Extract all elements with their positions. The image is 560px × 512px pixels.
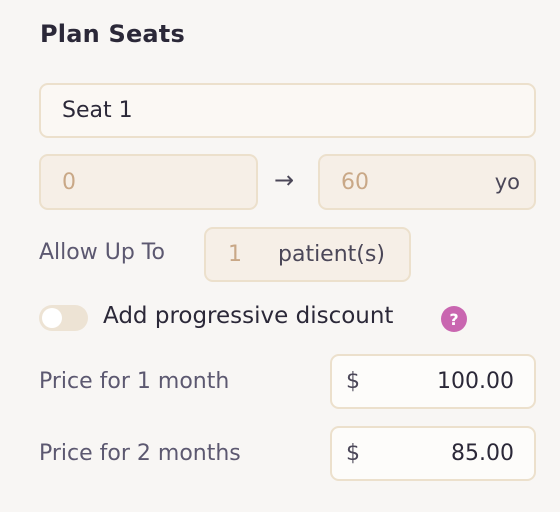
capacity-label: Allow Up To <box>39 240 165 265</box>
section-title: Plan Seats <box>40 20 185 48</box>
arrow-right-icon: → <box>274 166 295 194</box>
age-unit: yo <box>494 170 520 194</box>
help-icon[interactable]: ? <box>441 306 467 332</box>
seat-name-input[interactable]: Seat 1 <box>39 83 536 138</box>
age-to-input[interactable]: 60 yo <box>318 154 536 210</box>
toggle-knob <box>42 308 62 328</box>
plan-seats-panel: Plan Seats Seat 1 0 → 60 yo Allow Up To … <box>0 0 560 512</box>
price-1-input[interactable]: $ 100.00 <box>330 354 536 409</box>
age-from-input[interactable]: 0 <box>39 154 258 210</box>
price-1-amount: 100.00 <box>437 369 514 394</box>
currency-symbol: $ <box>346 369 360 394</box>
currency-symbol: $ <box>346 441 360 466</box>
price-2-label: Price for 2 months <box>39 441 241 466</box>
price-1-label: Price for 1 month <box>39 369 230 394</box>
price-2-amount: 85.00 <box>451 441 514 466</box>
patients-value: 1 <box>228 242 242 267</box>
seat-name-value: Seat 1 <box>62 98 133 123</box>
age-to-value: 60 <box>341 169 369 195</box>
progressive-discount-label: Add progressive discount <box>103 303 394 329</box>
progressive-discount-toggle[interactable] <box>39 305 88 331</box>
patients-input[interactable]: 1 patient(s) <box>204 227 411 282</box>
age-from-value: 0 <box>62 169 76 195</box>
price-2-input[interactable]: $ 85.00 <box>330 426 536 481</box>
patients-unit: patient(s) <box>278 242 385 267</box>
